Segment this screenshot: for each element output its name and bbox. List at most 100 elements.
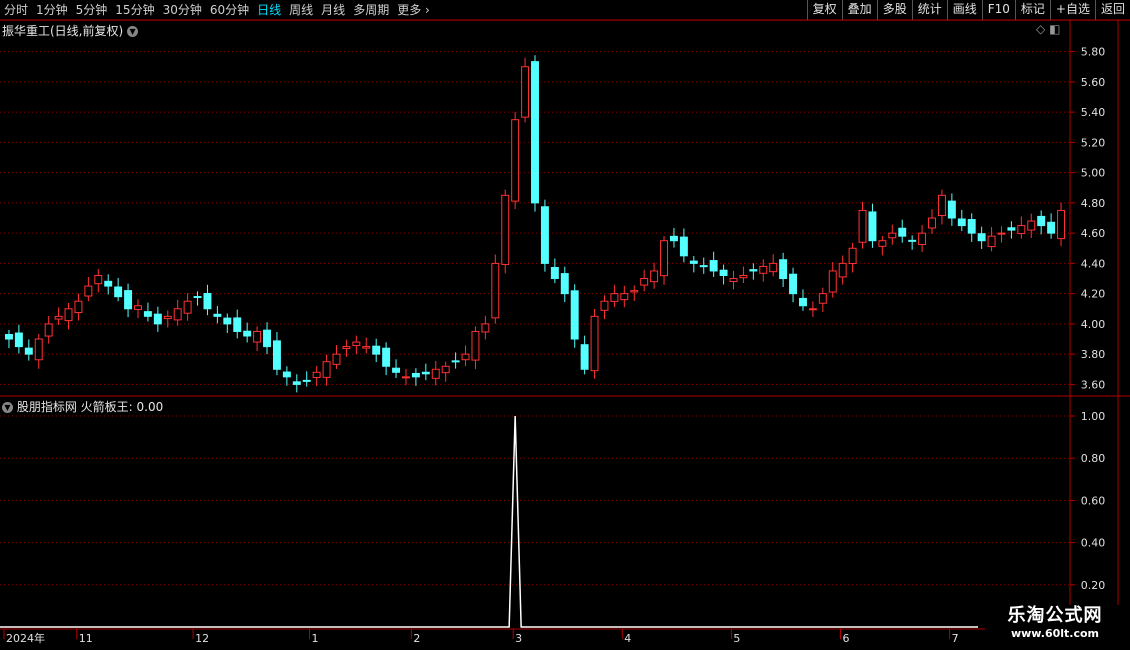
candle-body — [1007, 227, 1016, 231]
candle-body — [660, 240, 669, 277]
candle-body — [421, 371, 430, 375]
date-tick-label: 6 — [843, 632, 850, 645]
watermark-title: 乐淘公式网 — [1007, 605, 1103, 626]
price-tick-label: 5.20 — [1081, 136, 1106, 149]
candle-body — [253, 330, 262, 343]
candle-body — [1027, 220, 1036, 231]
candle-body — [888, 232, 897, 239]
candle-body — [759, 265, 768, 274]
watermark-logo: 乐淘公式网 www.60lt.com — [985, 605, 1125, 641]
candle-body — [838, 262, 847, 278]
candle-body — [511, 119, 520, 202]
price-tick-label: 5.00 — [1081, 167, 1106, 180]
candle-body — [898, 227, 907, 237]
candle-body — [749, 269, 758, 272]
price-tick-label: 4.20 — [1081, 288, 1106, 301]
candle-body — [401, 376, 410, 379]
candle-body — [620, 293, 629, 301]
candle-body — [322, 361, 331, 378]
candle-body — [600, 300, 609, 311]
candle-body — [531, 61, 539, 204]
candle-body — [372, 345, 381, 355]
candle-body — [719, 269, 728, 276]
candle-body — [461, 353, 470, 361]
indicator-tick-label: 0.40 — [1081, 537, 1106, 550]
candle-body — [799, 297, 807, 307]
candle-body — [431, 368, 440, 379]
date-tick-label: 2024年 — [6, 631, 45, 645]
candle-body — [312, 371, 321, 378]
candle-body — [441, 365, 450, 374]
candle-body — [263, 329, 271, 348]
price-tick-label: 4.00 — [1081, 318, 1106, 331]
candle-body — [610, 293, 619, 302]
candle-body — [928, 217, 936, 229]
candle-body — [967, 219, 976, 234]
candle-body — [709, 260, 718, 272]
candle-body — [858, 209, 867, 243]
candle-body — [1047, 221, 1056, 234]
candle-body — [481, 323, 490, 333]
candle-body — [937, 194, 946, 217]
watermark-url: www.60lt.com — [1010, 627, 1100, 640]
candle-body — [977, 233, 986, 242]
candle-body — [183, 300, 192, 314]
candle-body — [848, 247, 857, 264]
candle-body — [362, 346, 371, 349]
candle-body — [213, 313, 222, 317]
price-tick-label: 5.40 — [1081, 106, 1106, 119]
date-tick-label: 7 — [952, 632, 959, 645]
candle-body — [947, 200, 956, 219]
candle-body — [630, 290, 639, 293]
candle-body — [143, 311, 152, 317]
candle-body — [521, 66, 530, 118]
candle-body — [550, 267, 559, 280]
candle-body — [382, 347, 391, 367]
candle-body — [302, 379, 311, 382]
candle-body — [332, 353, 341, 365]
candle-body — [769, 262, 778, 273]
candle-body — [24, 347, 33, 355]
candle-body — [163, 315, 172, 320]
candle-body — [590, 315, 599, 372]
price-tick-label: 4.40 — [1081, 257, 1106, 270]
candle-body — [570, 290, 579, 340]
candle-body — [818, 293, 827, 304]
candle-body — [908, 239, 917, 242]
indicator-line — [0, 415, 978, 628]
candle-body — [34, 338, 43, 361]
candle-body — [739, 274, 748, 279]
candle-body — [233, 317, 242, 332]
candle-body — [699, 265, 708, 268]
candle-body — [779, 259, 788, 280]
candle-body — [272, 340, 281, 370]
candle-body — [501, 194, 510, 265]
chart-area[interactable]: 5.80 5.60 5.40 5.20 5.00 4.80 4.60 4.40 4.20 4.00… — [0, 0, 1130, 650]
candle-body — [1037, 215, 1046, 227]
candle-body — [471, 330, 480, 361]
candle-body — [411, 373, 420, 378]
candle-body — [679, 236, 688, 257]
candle-body — [243, 330, 252, 337]
candle-body — [134, 305, 142, 310]
candle-body — [292, 381, 301, 385]
candle-body — [14, 332, 23, 348]
indicator-tick-label: 1.00 — [1081, 410, 1106, 423]
candle-body — [352, 341, 361, 346]
candle-body — [94, 274, 103, 285]
candle-body — [669, 235, 678, 242]
candle-body — [104, 280, 113, 287]
candle-body — [193, 296, 202, 299]
candle-body — [987, 235, 996, 248]
candle-body — [44, 323, 53, 337]
indicator-tick-label: 0.60 — [1081, 494, 1106, 507]
candle-body — [868, 211, 877, 242]
candle-body — [124, 290, 133, 310]
candle-body — [650, 270, 659, 283]
candle-body — [491, 262, 500, 319]
candle-body — [1057, 209, 1066, 240]
candle-body — [997, 232, 1006, 235]
price-tick-label: 4.60 — [1081, 227, 1106, 240]
candle-body — [54, 315, 63, 320]
price-tick-label: 3.80 — [1081, 348, 1106, 361]
